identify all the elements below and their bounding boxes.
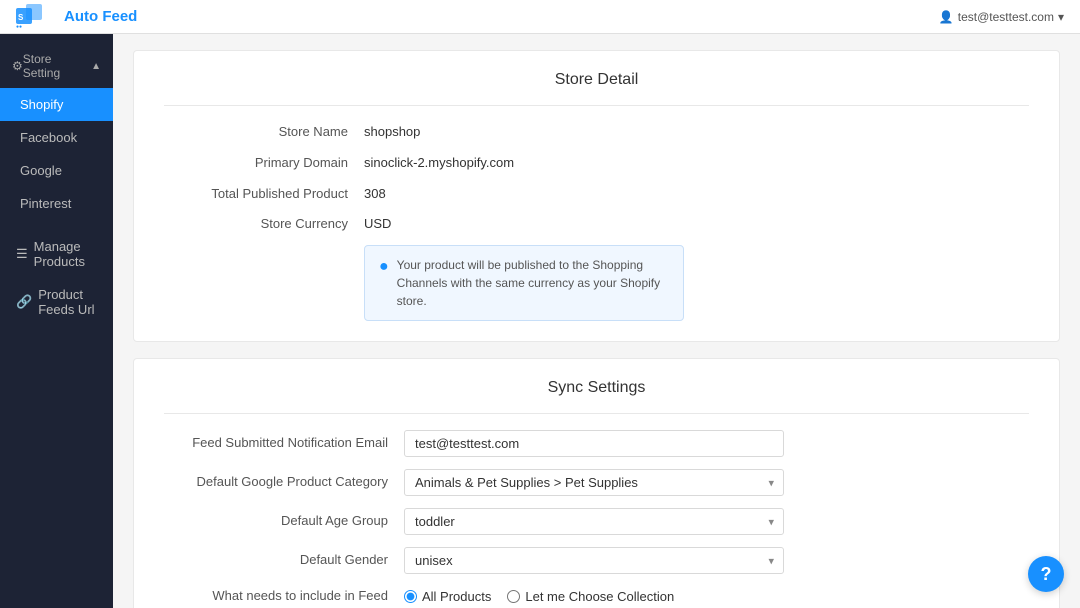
gender-row: Default Gender unisex male female ▾ xyxy=(164,547,1029,574)
user-email: test@testtest.com xyxy=(958,10,1054,24)
include-feed-radio-group: All Products Let me Choose Collection xyxy=(404,589,674,604)
include-collection-label: Let me Choose Collection xyxy=(525,589,674,604)
info-box: ● Your product will be published to the … xyxy=(364,245,684,321)
primary-domain-row: Primary Domain sinoclick-2.myshopify.com xyxy=(164,153,1029,174)
gender-select-wrap: unisex male female ▾ xyxy=(404,547,784,574)
age-group-select-wrap: toddler infant newborn kids adult ▾ xyxy=(404,508,784,535)
email-input[interactable] xyxy=(404,430,784,457)
main-layout: ⚙ Store Setting ▲ Shopify Facebook Googl… xyxy=(0,34,1080,608)
store-detail-divider xyxy=(164,105,1029,106)
primary-domain-label: Primary Domain xyxy=(164,153,364,174)
include-collection-radio[interactable] xyxy=(507,590,520,603)
link-icon: 🔗 xyxy=(16,294,32,310)
svg-text:●●: ●● xyxy=(16,24,22,30)
sidebar-item-shopify[interactable]: Shopify xyxy=(0,88,113,121)
user-icon: 👤 xyxy=(939,10,954,24)
category-select[interactable]: Animals & Pet Supplies > Pet Supplies Ap… xyxy=(404,469,784,496)
store-setting-label: Store Setting xyxy=(23,52,91,80)
category-select-wrap: Animals & Pet Supplies > Pet Supplies Ap… xyxy=(404,469,784,496)
store-name-row: Store Name shopshop xyxy=(164,122,1029,143)
header-user[interactable]: 👤 test@testtest.com ▾ xyxy=(939,10,1064,24)
sidebar-item-facebook[interactable]: Facebook xyxy=(0,121,113,154)
chevron-down-icon: ▾ xyxy=(1058,10,1064,24)
help-icon: ? xyxy=(1041,564,1052,585)
email-label: Feed Submitted Notification Email xyxy=(164,433,404,454)
include-all-products-option[interactable]: All Products xyxy=(404,589,491,604)
sidebar-item-manage-products[interactable]: ☰ Manage Products xyxy=(0,230,113,278)
store-currency-value: USD xyxy=(364,214,391,235)
gender-label: Default Gender xyxy=(164,550,404,571)
category-label: Default Google Product Category xyxy=(164,472,404,493)
help-button[interactable]: ? xyxy=(1028,556,1064,592)
store-currency-label: Store Currency xyxy=(164,214,364,235)
store-detail-title: Store Detail xyxy=(164,71,1029,89)
gender-select[interactable]: unisex male female xyxy=(404,547,784,574)
logo-icon: S ●● xyxy=(16,4,54,30)
total-products-value: 308 xyxy=(364,184,386,205)
info-text: Your product will be published to the Sh… xyxy=(397,256,669,310)
chevron-up-icon: ▲ xyxy=(91,61,101,72)
sidebar-item-product-feeds-url[interactable]: 🔗 Product Feeds Url xyxy=(0,278,113,326)
header: S ●● Auto Feed 👤 test@testtest.com ▾ xyxy=(0,0,1080,34)
category-row: Default Google Product Category Animals … xyxy=(164,469,1029,496)
sidebar: ⚙ Store Setting ▲ Shopify Facebook Googl… xyxy=(0,34,113,608)
include-collection-option[interactable]: Let me Choose Collection xyxy=(507,589,674,604)
primary-domain-value: sinoclick-2.myshopify.com xyxy=(364,153,514,174)
sidebar-item-google[interactable]: Google xyxy=(0,154,113,187)
include-feed-row: What needs to include in Feed All Produc… xyxy=(164,586,1029,607)
total-products-row: Total Published Product 308 xyxy=(164,184,1029,205)
logo: S ●● xyxy=(16,4,54,30)
age-group-select[interactable]: toddler infant newborn kids adult xyxy=(404,508,784,535)
sidebar-store-setting-group: ⚙ Store Setting ▲ Shopify Facebook Googl… xyxy=(0,34,113,230)
sync-settings-divider xyxy=(164,413,1029,414)
sync-settings-card: Sync Settings Feed Submitted Notificatio… xyxy=(133,358,1060,608)
include-all-products-radio[interactable] xyxy=(404,590,417,603)
include-all-products-label: All Products xyxy=(422,589,491,604)
sidebar-item-pinterest[interactable]: Pinterest xyxy=(0,187,113,220)
settings-icon: ⚙ xyxy=(12,59,23,73)
sidebar-store-setting-header[interactable]: ⚙ Store Setting ▲ xyxy=(0,44,113,88)
total-products-label: Total Published Product xyxy=(164,184,364,205)
info-icon: ● xyxy=(379,256,389,278)
age-group-row: Default Age Group toddler infant newborn… xyxy=(164,508,1029,535)
include-feed-label: What needs to include in Feed xyxy=(164,586,404,607)
store-name-label: Store Name xyxy=(164,122,364,143)
age-group-label: Default Age Group xyxy=(164,511,404,532)
store-name-value: shopshop xyxy=(364,122,420,143)
header-left: S ●● Auto Feed xyxy=(16,4,137,30)
svg-text:S: S xyxy=(18,13,24,22)
store-currency-row: Store Currency USD xyxy=(164,214,1029,235)
list-icon: ☰ xyxy=(16,246,28,262)
email-row: Feed Submitted Notification Email xyxy=(164,430,1029,457)
app-title: Auto Feed xyxy=(64,8,137,25)
main-content: Store Detail Store Name shopshop Primary… xyxy=(113,34,1080,608)
sync-settings-title: Sync Settings xyxy=(164,379,1029,397)
email-control xyxy=(404,430,784,457)
store-detail-card: Store Detail Store Name shopshop Primary… xyxy=(133,50,1060,342)
